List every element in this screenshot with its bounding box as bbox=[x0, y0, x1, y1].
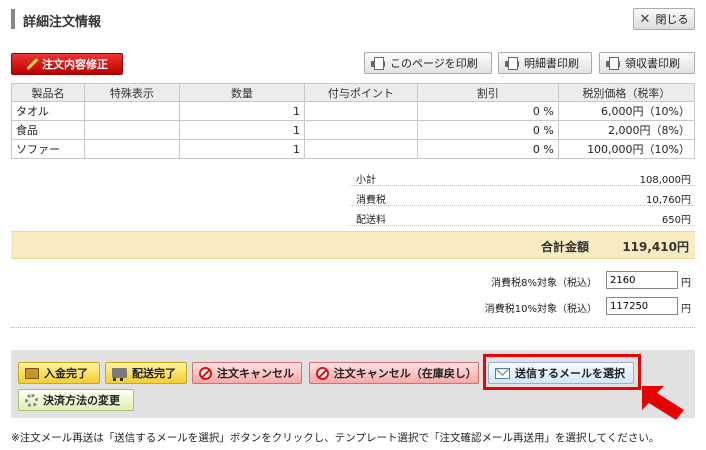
cell-points bbox=[303, 139, 418, 159]
printer-icon bbox=[606, 57, 620, 70]
tax10-input[interactable] bbox=[606, 297, 678, 315]
cancel-order-restock-label: 注文キャンセル（在庫戻し） bbox=[333, 367, 477, 380]
highlight-frame bbox=[483, 354, 641, 390]
cell-special bbox=[83, 120, 180, 140]
tax-label: 消費税 bbox=[356, 195, 386, 206]
cell-product: ソファー bbox=[11, 139, 85, 159]
page-title: 詳細注文情報 bbox=[23, 15, 102, 30]
cell-product: 食品 bbox=[11, 120, 85, 140]
tax8-label: 消費税8%対象（税込） bbox=[491, 278, 597, 289]
cell-product: タオル bbox=[11, 101, 85, 121]
print-receipt-label: 領収書印刷 bbox=[625, 57, 680, 70]
total-bar: 合計金額 119,410円 bbox=[11, 231, 695, 259]
print-page-button[interactable]: このページを印刷 bbox=[364, 52, 492, 74]
col-header-discount: 割引 bbox=[416, 83, 559, 102]
cell-special bbox=[83, 101, 180, 121]
cell-price: 6,000円（10%） bbox=[557, 101, 696, 121]
col-header-qty: 数量 bbox=[178, 83, 305, 102]
tax10-row: 消費税10%対象（税込） 円 bbox=[350, 295, 695, 319]
table-row: タオル 1 0 % 6,000円（10%） bbox=[11, 101, 696, 121]
change-payment-button[interactable]: 決済方法の変更 bbox=[18, 389, 134, 411]
prohibited-icon bbox=[316, 366, 329, 380]
col-header-product: 製品名 bbox=[11, 83, 85, 102]
col-header-points: 付与ポイント bbox=[303, 83, 418, 102]
print-statement-label: 明細書印刷 bbox=[524, 57, 579, 70]
cell-points bbox=[303, 101, 418, 121]
close-button-label: 閉じる bbox=[655, 13, 689, 26]
shipping-complete-label: 配送完了 bbox=[132, 367, 176, 380]
shipping-label: 配送料 bbox=[356, 215, 386, 226]
payment-complete-label: 入金完了 bbox=[44, 367, 88, 380]
shipping-row: 配送料 650円 bbox=[350, 207, 695, 226]
table-header-row: 製品名 特殊表示 数量 付与ポイント 割引 税別価格（税率） bbox=[11, 83, 696, 102]
prohibited-icon bbox=[199, 366, 212, 380]
shipping-complete-button[interactable]: 配送完了 bbox=[105, 362, 187, 384]
close-icon: ✕ bbox=[639, 11, 651, 27]
order-items-table: 製品名 特殊表示 数量 付与ポイント 割引 税別価格（税率） タオル 1 0 %… bbox=[11, 83, 696, 159]
cell-price: 2,000円（8%） bbox=[557, 120, 696, 140]
printer-icon bbox=[371, 57, 385, 70]
print-statement-button[interactable]: 明細書印刷 bbox=[498, 52, 592, 74]
cell-discount: 0 % bbox=[416, 139, 559, 159]
tax8-row: 消費税8%対象（税込） 円 bbox=[350, 269, 695, 293]
cancel-order-label: 注文キャンセル bbox=[217, 367, 294, 380]
edit-order-label: 注文内容修正 bbox=[42, 58, 108, 71]
col-header-price: 税別価格（税率） bbox=[557, 83, 696, 102]
cell-qty: 1 bbox=[178, 101, 305, 121]
header: 詳細注文情報 ✕ 閉じる bbox=[11, 8, 695, 30]
payment-complete-button[interactable]: 入金完了 bbox=[18, 362, 100, 384]
truck-icon bbox=[112, 368, 127, 381]
total-value: 119,410円 bbox=[622, 240, 689, 254]
cell-discount: 0 % bbox=[416, 101, 559, 121]
cell-qty: 1 bbox=[178, 120, 305, 140]
subtotal-row: 小計 108,000円 bbox=[350, 167, 695, 186]
tax10-unit: 円 bbox=[681, 304, 691, 315]
subtotal-value: 108,000円 bbox=[639, 175, 691, 186]
toolbar: 注文内容修正 このページを印刷 明細書印刷 領収書印刷 bbox=[11, 52, 695, 76]
cell-price: 100,000円（10%） bbox=[557, 139, 696, 159]
table-row: 食品 1 0 % 2,000円（8%） bbox=[11, 120, 696, 140]
shipping-value: 650円 bbox=[661, 215, 691, 226]
total-label: 合計金額 bbox=[541, 240, 590, 254]
tax8-input[interactable] bbox=[606, 271, 678, 289]
cell-discount: 0 % bbox=[416, 120, 559, 140]
title-accent-bar bbox=[11, 9, 15, 29]
change-payment-label: 決済方法の変更 bbox=[43, 394, 120, 407]
tax-row: 消費税 10,760円 bbox=[350, 187, 695, 206]
printer-icon bbox=[505, 57, 519, 70]
pointer-arrow-icon bbox=[642, 386, 684, 420]
payment-icon bbox=[25, 367, 39, 379]
cell-qty: 1 bbox=[178, 139, 305, 159]
cell-special bbox=[83, 139, 180, 159]
edit-order-button[interactable]: 注文内容修正 bbox=[11, 53, 123, 75]
cancel-order-restock-button[interactable]: 注文キャンセル（在庫戻し） bbox=[309, 362, 479, 384]
footnote: ※注文メール再送は「送信するメールを選択」ボタンをクリックし、テンプレート選択で… bbox=[11, 432, 660, 444]
tax8-unit: 円 bbox=[681, 278, 691, 289]
cell-points bbox=[303, 120, 418, 140]
col-header-special: 特殊表示 bbox=[83, 83, 180, 102]
close-button[interactable]: ✕ 閉じる bbox=[633, 8, 695, 30]
pencil-icon bbox=[26, 58, 38, 70]
print-receipt-button[interactable]: 領収書印刷 bbox=[599, 52, 695, 74]
tax-value: 10,760円 bbox=[646, 195, 691, 206]
divider bbox=[11, 327, 695, 328]
subtotal-label: 小計 bbox=[356, 175, 376, 186]
table-row: ソファー 1 0 % 100,000円（10%） bbox=[11, 139, 696, 159]
cancel-order-button[interactable]: 注文キャンセル bbox=[192, 362, 302, 384]
tax10-label: 消費税10%対象（税込） bbox=[484, 304, 597, 315]
gear-icon bbox=[25, 393, 38, 407]
print-page-label: このページを印刷 bbox=[390, 57, 478, 70]
